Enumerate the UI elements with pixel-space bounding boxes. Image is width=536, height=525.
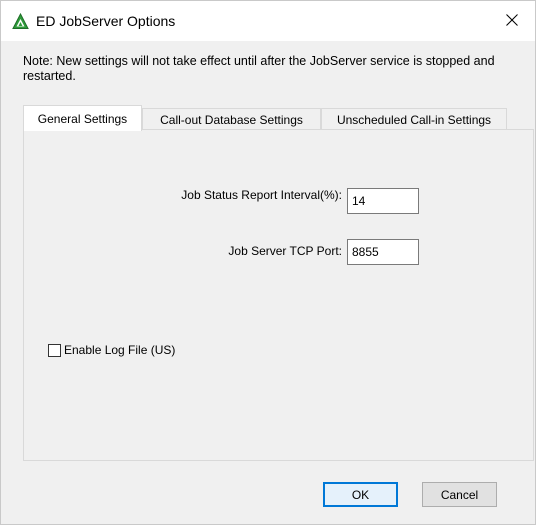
status-interval-label: Job Status Report Interval(%): — [181, 188, 342, 202]
close-icon — [506, 13, 518, 29]
enable-log-option[interactable]: Enable Log File (US) — [48, 343, 175, 357]
cancel-button[interactable]: Cancel — [422, 482, 497, 507]
enable-log-label: Enable Log File (US) — [64, 343, 176, 357]
enable-log-checkbox[interactable] — [48, 343, 61, 357]
tcp-port-input[interactable] — [347, 239, 419, 265]
app-triangle-icon — [12, 12, 29, 30]
general-settings-panel: Job Status Report Interval(%): Job Serve… — [23, 129, 534, 461]
tcp-port-label: Job Server TCP Port: — [228, 244, 342, 258]
title-bar: ED JobServer Options — [1, 1, 535, 41]
tab-call-out-database-settings[interactable]: Call-out Database Settings — [142, 108, 321, 130]
close-button[interactable] — [489, 1, 535, 41]
options-dialog: ED JobServer Options Note: New settings … — [0, 0, 536, 525]
window-title: ED JobServer Options — [36, 13, 176, 29]
status-interval-input[interactable] — [347, 188, 419, 214]
tab-unscheduled-call-in-settings[interactable]: Unscheduled Call-in Settings — [321, 108, 507, 130]
tab-general-settings[interactable]: General Settings — [23, 105, 142, 131]
restart-note: Note: New settings will not take effect … — [23, 54, 495, 83]
ok-button[interactable]: OK — [323, 482, 398, 507]
